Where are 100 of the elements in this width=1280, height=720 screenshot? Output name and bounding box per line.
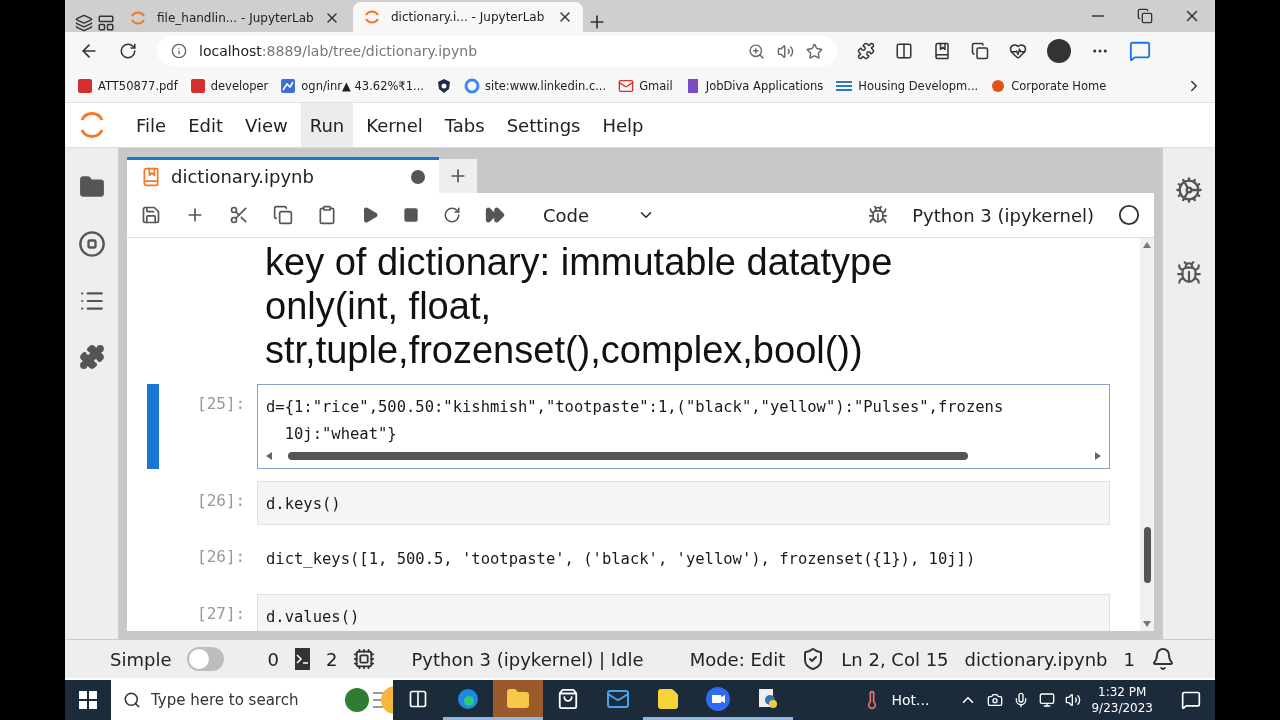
kernel-status[interactable]: Python 3 (ipykernel) | Idle [411,648,644,670]
zoom-icon[interactable] [748,42,765,60]
cursor-position[interactable]: Ln 2, Col 15 [841,648,949,670]
cell-prompt: [27]: [197,603,247,623]
bookmark[interactable]: Corporate Home [990,78,1107,94]
scrollbar-thumb[interactable] [288,452,968,460]
search-icon [123,691,141,709]
cell-type-select[interactable]: Code [543,204,656,226]
bookmark[interactable]: site:www.linkedin.c... [464,78,607,94]
file-name: dictionary.ipynb [964,648,1108,670]
output-line: dict_keys([1, 500.5, 'tootpaste', ('black', 'yellow'), frozenset({1}), 10j]) [266,549,977,570]
cpu-icon[interactable] [353,648,376,670]
bell-icon[interactable] [1151,647,1175,671]
menu-item[interactable]: Help [593,103,653,147]
bookmark[interactable]: ATT50877.pdf [77,78,178,94]
terminal-icon[interactable] [294,648,310,670]
restore-icon[interactable] [1137,7,1153,25]
mail-icon [618,78,635,94]
restart-icon[interactable] [443,206,461,224]
menu-item[interactable]: File [127,103,176,147]
mode-status: Mode: Edit [689,648,786,670]
code-line: d.values() [266,607,361,628]
code-cell[interactable]: d.keys() [257,481,1110,525]
bookmark-icon [990,78,1007,94]
code-cell[interactable]: d={1:"rice",500.50:"kishmish","tootpaste":1,("black","yellow"):"Pulses",frozens 10j:"wheat"} [257,384,1110,469]
browser-tab[interactable]: dictionary.i... - JupyterLab [353,2,583,32]
cell-prompt: [25]: [197,393,247,413]
read-aloud-icon[interactable] [777,42,794,60]
network-icon[interactable] [1039,692,1056,708]
browser-icon[interactable] [456,686,480,711]
simple-toggle[interactable] [187,647,225,671]
pdf-icon [77,78,93,94]
scrollbar-thumb[interactable] [1143,526,1151,583]
gears-icon[interactable] [1175,176,1203,204]
taskbar-search-field[interactable]: Type here to search [111,680,393,720]
mode-label: Simple [110,648,172,670]
scroll-right-icon[interactable] [1093,452,1101,460]
save-icon[interactable] [141,205,161,225]
menu-item[interactable]: Tabs [435,103,494,147]
collections-icon[interactable] [971,42,989,60]
bookmark-icon [835,79,854,93]
chat-icon[interactable] [1129,40,1151,62]
code-line: 10j:"wheat"} [283,424,398,445]
bug-icon[interactable] [868,205,889,225]
browser-tab[interactable]: file_handlin... - JupyterLab [119,4,349,32]
sticky-note-icon[interactable] [656,686,680,711]
kernel-name[interactable]: Python 3 (ipykernel) [912,204,1094,226]
bookmark[interactable]: developer [189,78,269,94]
markdown-heading: key of dictionary: immutable datatype [265,240,894,284]
reload-icon[interactable] [119,42,137,60]
split-screen-icon[interactable] [895,42,913,60]
run-icon[interactable] [361,206,379,224]
cut-icon[interactable] [229,205,249,225]
bookmark[interactable]: JobDiva Applications [684,78,824,94]
weather-text[interactable]: Hot... [891,692,930,708]
paste-icon[interactable] [317,205,337,225]
address-bar[interactable]: localhost:8889/lab/tree/dictionary.ipynb [157,36,837,66]
pdf-icon [189,78,206,94]
puzzle-icon[interactable] [78,344,105,370]
folder-icon[interactable] [506,686,530,711]
health-icon[interactable] [1009,42,1027,60]
menu-item[interactable]: Run [300,103,354,147]
chart-icon [280,78,297,94]
stop-icon[interactable] [403,207,419,223]
clock[interactable]: 1:32 PM 9/23/2023 [1091,684,1153,716]
notification-count: 1 [1123,648,1135,670]
stop-circle-icon[interactable] [77,230,106,258]
notebook-tab[interactable]: dictionary.ipynb [127,157,439,193]
menu-item[interactable]: Edit [179,103,232,147]
task-view-icon[interactable] [408,688,428,709]
scroll-up-icon[interactable] [1143,242,1151,248]
menu-item[interactable]: View [236,103,297,147]
camera-icon[interactable] [987,692,1004,708]
menu-item[interactable]: Kernel [357,103,432,147]
add-tab-button[interactable] [439,159,477,193]
extensions-icon[interactable] [857,42,875,60]
menu-item[interactable]: Settings [497,103,590,147]
bookmark[interactable]: Gmail [618,78,673,94]
bug-icon[interactable] [1176,260,1202,286]
window-icon[interactable] [97,14,115,32]
favorites-icon[interactable] [933,42,951,60]
store-icon[interactable] [557,687,579,710]
run-all-icon[interactable] [485,205,505,225]
bookmark[interactable]: Housing Developm... [835,79,979,93]
python-file-icon[interactable] [756,686,780,711]
scroll-down-icon[interactable] [1143,621,1151,627]
cell-prompt: [26]: [197,546,247,566]
volume-icon[interactable] [1065,692,1082,708]
avatar-icon[interactable] [1047,39,1071,63]
folder-icon[interactable] [78,174,105,200]
notification-icon[interactable] [1181,690,1201,710]
scroll-left-icon[interactable] [266,452,274,460]
favorite-icon[interactable] [806,42,823,60]
copy-icon[interactable] [273,205,293,225]
markdown-heading: only(int, float, [265,284,492,328]
cell-prompt: [26]: [197,490,247,510]
tabs-icon[interactable] [75,14,93,32]
bookmark[interactable]: ogn/inr▲ 43.62%₹1... [280,78,424,94]
video-icon[interactable] [705,685,731,712]
code-cell[interactable]: d.values() [257,594,1110,631]
